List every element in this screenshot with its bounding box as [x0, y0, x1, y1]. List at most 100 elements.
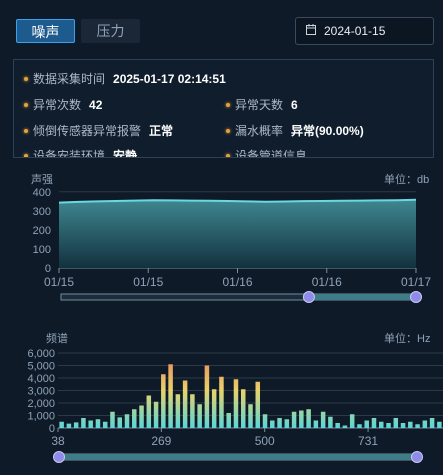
- y-tick-label: 2,000: [27, 398, 55, 410]
- range-slider-handle: [302, 291, 315, 303]
- spectrum-bar: [379, 421, 384, 428]
- spectrum-bar: [146, 395, 152, 428]
- info-leak-probability: 漏水概率 异常(90.00%): [226, 122, 364, 139]
- y-tick-label: 0: [45, 263, 51, 275]
- spectrum-bar: [117, 417, 122, 428]
- spectrum-bar: [110, 411, 115, 428]
- info-install-env: 设备安装环境 安静: [24, 147, 138, 158]
- tab-pressure[interactable]: 压力: [81, 19, 140, 43]
- spectrum-bar: [357, 424, 362, 428]
- tab-noise[interactable]: 噪声: [16, 19, 75, 43]
- intensity-chart-unit: 单位：db: [384, 174, 430, 186]
- info-value: 6: [291, 97, 298, 112]
- spectrum-bar: [328, 416, 333, 428]
- range-slider-handle: [53, 451, 65, 463]
- spectrum-bar: [364, 420, 369, 428]
- range-slider-handle: [411, 451, 423, 463]
- spectrum-bar: [306, 409, 311, 428]
- spectrum-bar: [81, 418, 86, 428]
- spectrum-bar: [400, 423, 406, 428]
- info-value: 42: [89, 97, 103, 112]
- spectrum-bar: [386, 423, 391, 428]
- spectrum-bar: [349, 414, 355, 428]
- spectrum-bar: [182, 380, 188, 428]
- spectrum-bar: [429, 418, 435, 428]
- x-tick-label: 38: [51, 434, 65, 448]
- spectrum-bar: [139, 405, 144, 428]
- spectrum-bar: [277, 418, 282, 428]
- date-picker[interactable]: 2024-01-15: [295, 17, 434, 45]
- spectrum-bar: [190, 394, 195, 428]
- spectrum-bar: [197, 404, 202, 428]
- spectrum-bar: [262, 414, 268, 428]
- spectrum-bar: [291, 411, 297, 428]
- info-label: 漏水概率: [235, 124, 284, 138]
- spectrum-bar: [437, 421, 442, 428]
- area-fill: [59, 199, 416, 268]
- range-slider-track: [60, 293, 415, 301]
- info-panel: 数据采集时间 2025-01-17 02:14:51 异常次数 42 异常天数 …: [13, 59, 434, 158]
- spectrum-bar: [59, 421, 64, 428]
- spectrum-bar: [313, 420, 319, 428]
- y-tick-label: 0: [49, 423, 55, 435]
- spectrum-bar: [233, 379, 239, 428]
- date-value: 2024-01-15: [324, 24, 386, 38]
- calendar-icon: [306, 24, 316, 38]
- y-tick-label: 400: [33, 187, 51, 199]
- spectrum-bar: [161, 374, 166, 428]
- spectrum-bar: [124, 414, 130, 428]
- x-tick-label: 01/16: [222, 275, 252, 289]
- range-slider-selection: [59, 454, 417, 460]
- info-label: 异常天数: [235, 98, 284, 112]
- spectrum-bar: [320, 411, 326, 428]
- spectrum-bar: [248, 404, 253, 428]
- y-tick-label: 6,000: [27, 348, 55, 360]
- spectrum-bar: [415, 424, 420, 428]
- spectrum-chart-title: 频谱: [46, 333, 68, 345]
- spectrum-bar: [132, 409, 137, 428]
- range-slider-track: [58, 453, 418, 461]
- info-value: 2025-01-17 02:14:51: [113, 71, 226, 86]
- info-label: 倾倒传感器异常报警: [33, 124, 142, 138]
- x-tick-label: 731: [358, 434, 378, 448]
- spectrum-bar: [393, 418, 399, 428]
- spectrum-bar: [226, 413, 231, 428]
- y-tick-label: 4,000: [27, 373, 55, 385]
- spectrum-bar: [408, 421, 413, 428]
- bullet-icon: [226, 128, 230, 133]
- y-tick-label: 200: [33, 225, 51, 237]
- spectrum-bar: [335, 423, 340, 428]
- bullet-icon: [24, 153, 28, 157]
- intensity-chart-title: 声强: [31, 174, 53, 186]
- spectrum-bar: [102, 421, 108, 428]
- info-abnormal-days: 异常天数 6: [226, 96, 298, 113]
- x-tick-label: 500: [255, 434, 275, 448]
- y-tick-label: 3,000: [27, 386, 55, 398]
- x-tick-label: 269: [151, 434, 171, 448]
- info-pipe: 设备管道信息: [226, 147, 315, 158]
- y-tick-label: 5,000: [27, 361, 55, 373]
- spectrum-bar: [73, 422, 79, 428]
- series-line: [58, 198, 417, 204]
- spectrum-bar: [371, 418, 377, 428]
- y-tick-label: 300: [33, 206, 51, 218]
- spectrum-bar: [270, 420, 275, 428]
- spectrum-bar: [153, 401, 159, 428]
- bullet-icon: [24, 102, 28, 107]
- bullet-icon: [24, 128, 28, 133]
- info-collect-time: 数据采集时间 2025-01-17 02:14:51: [24, 70, 226, 87]
- spectrum-bar: [88, 420, 93, 428]
- info-label: 设备管道信息: [235, 149, 308, 158]
- spectrum-bar: [284, 419, 290, 428]
- spectrum-bar: [175, 394, 181, 428]
- spectrum-bar: [240, 389, 246, 428]
- spectrum-bar: [219, 376, 224, 428]
- info-value: 正常: [149, 124, 174, 138]
- y-tick-label: 1,000: [27, 411, 55, 423]
- spectrum-bar: [299, 410, 304, 428]
- spectrum-chart-unit: 单位：Hz: [384, 333, 431, 345]
- bullet-icon: [226, 102, 230, 107]
- spectrum-bar: [168, 364, 173, 428]
- info-value: 安静: [113, 149, 138, 158]
- spectrum-bar: [255, 381, 261, 428]
